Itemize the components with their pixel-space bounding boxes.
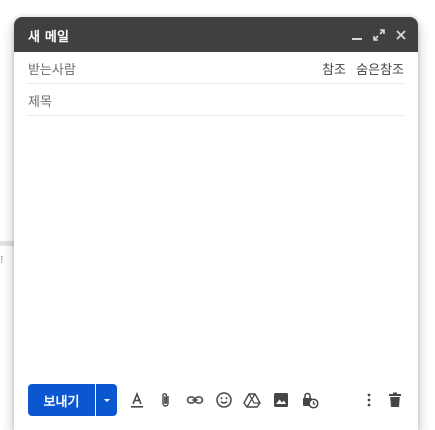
background-divider [0,241,14,246]
header-controls [350,25,408,45]
attach-button[interactable] [156,390,176,410]
more-options-button[interactable] [359,390,379,410]
text-format-button[interactable] [127,390,147,410]
subject-placeholder: 제목 [28,95,52,110]
discard-draft-icon [389,392,401,407]
more-options-icon [367,393,371,407]
minimize-icon[interactable] [350,28,364,42]
compose-window: 새 메일 받는사람 참조 숨은참조 제목 보내기 [14,17,418,430]
compose-header[interactable]: 새 메일 [14,17,418,52]
message-body[interactable] [26,117,404,377]
drive-icon [243,393,261,408]
discard-draft-button[interactable] [385,390,405,410]
drive-button[interactable] [242,390,262,410]
emoji-icon [216,392,232,408]
attach-icon [162,393,169,407]
bcc-link[interactable]: 숨은참조 [356,63,404,78]
link-button[interactable] [185,390,205,410]
send-button-group: 보내기 [28,384,117,416]
confidential-mode-button[interactable] [300,390,320,410]
emoji-button[interactable] [214,390,234,410]
image-icon [274,393,288,407]
send-options-button[interactable] [96,384,117,416]
send-button[interactable]: 보내기 [28,384,95,416]
send-options-icon [103,399,110,402]
background-fragment: ⁝ [0,253,4,266]
confidential-mode-icon [303,392,319,409]
expand-icon[interactable] [372,28,386,42]
compose-title: 새 메일 [28,30,70,45]
link-icon [186,396,204,404]
recipients-row[interactable]: 받는사람 참조 숨은참조 [26,52,404,84]
close-icon[interactable] [394,28,408,42]
recipients-label[interactable]: 받는사람 [28,59,76,78]
cc-bcc-links: 참조 숨은참조 [316,59,404,78]
cc-link[interactable]: 참조 [322,63,346,78]
insert-photo-button[interactable] [271,390,291,410]
subject-field[interactable]: 제목 [26,84,404,116]
text-format-icon [131,391,143,408]
